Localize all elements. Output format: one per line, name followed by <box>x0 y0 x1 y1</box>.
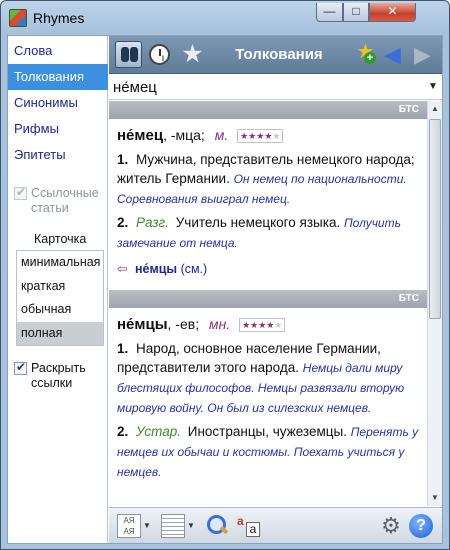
sidebar: Слова Толкования Синонимы Рифмы Эпитеты … <box>8 36 108 543</box>
expand-links-checkbox[interactable] <box>14 360 27 375</box>
font-size-button[interactable]: АЯ АЯ <box>117 514 141 538</box>
case-toggle-icon[interactable]: a a <box>235 514 261 538</box>
search-combobox[interactable]: ▼ <box>109 75 442 100</box>
sense: 2. Устар. Иностранцы, чужеземцы. Перенят… <box>117 422 420 482</box>
sense-text: Иностранцы, чужеземцы. <box>187 424 347 439</box>
toolbar: ★ Толкования ★ ◀ ▶ <box>109 36 442 74</box>
add-favorite-icon[interactable]: ★ <box>352 41 379 68</box>
back-arrow-icon: ⇦ <box>117 262 128 276</box>
vertical-scrollbar[interactable]: ▲ ▼ <box>427 101 442 506</box>
case-letter-boxed: a <box>246 522 260 537</box>
card-option-normal[interactable]: обычная <box>17 298 103 322</box>
scroll-down-icon[interactable]: ▼ <box>428 490 442 506</box>
app-icon <box>9 9 27 27</box>
sense: 2. Разг. Учитель немецкого языка. Получи… <box>117 213 420 253</box>
part-of-speech: м. <box>214 127 229 143</box>
rating-stars: ★★★★★ <box>239 318 286 332</box>
window-title: Rhymes <box>33 10 85 26</box>
gear-icon[interactable]: ⚙ <box>379 514 403 538</box>
title-bar: Rhymes — □ ✕ <box>1 1 449 35</box>
headword: не́мцы <box>117 316 168 333</box>
star-icon[interactable]: ★ <box>179 41 206 68</box>
sense-number: 2. <box>117 215 129 230</box>
toolbar-title: Толкования <box>235 46 323 63</box>
ref-articles-checkbox-row[interactable]: Ссылочные статьи <box>14 185 106 216</box>
sidebar-item-words[interactable]: Слова <box>8 38 108 64</box>
card-option-full[interactable]: полная <box>17 321 103 345</box>
maximize-button[interactable]: □ <box>343 3 369 22</box>
binoculars-icon[interactable] <box>115 41 142 68</box>
card-label: Карточка <box>34 232 87 246</box>
source-bar: БТС <box>109 101 427 119</box>
minimize-button[interactable]: — <box>316 3 343 22</box>
dictionary-entry: не́мец, -мца; м. ★★★★★ 1. Мужчина, предс… <box>109 119 427 276</box>
bottom-toolbar: АЯ АЯ ▼ ▼ a a ⚙ ? <box>109 507 442 543</box>
sidebar-item-epithets[interactable]: Эпитеты <box>8 142 108 168</box>
part-of-speech: мн. <box>208 316 231 332</box>
zoom-icon[interactable] <box>205 514 229 538</box>
search-input[interactable] <box>113 77 413 97</box>
card-option-short[interactable]: краткая <box>17 275 103 299</box>
sense-text: Учитель немецкого языка. <box>175 215 341 230</box>
sidebar-item-definitions[interactable]: Толкования <box>8 64 108 90</box>
sense-number: 1. <box>117 341 129 356</box>
sense: 1. Народ, основное население Германии, п… <box>117 339 420 418</box>
xref-note: (см.) <box>180 262 208 276</box>
expand-links-label: Раскрыть ссылки <box>31 361 86 390</box>
close-button[interactable]: ✕ <box>369 3 416 22</box>
usage-mark: Устар. <box>136 424 181 439</box>
app-window: Rhymes — □ ✕ Слова Толкования Синонимы Р… <box>0 0 450 550</box>
sense: 1. Мужчина, представитель немецкого наро… <box>117 150 420 209</box>
sidebar-item-rhymes[interactable]: Рифмы <box>8 116 108 142</box>
sense-number: 2. <box>117 424 129 439</box>
source-bar: БТС <box>109 290 427 308</box>
ref-articles-label: Ссылочные статьи <box>31 186 99 215</box>
clock-icon[interactable] <box>146 41 173 68</box>
forward-arrow-icon[interactable]: ▶ <box>409 41 436 68</box>
definitions-panel: БТС не́мец, -мца; м. ★★★★★ 1. Мужчина, п… <box>109 101 427 506</box>
word-forms: , -ев; <box>167 316 200 332</box>
expand-links-checkbox-row[interactable]: Раскрыть ссылки <box>14 360 106 391</box>
chevron-down-icon[interactable]: ▼ <box>187 514 195 538</box>
card-option-minimal[interactable]: минимальная <box>17 251 103 275</box>
xref-word[interactable]: не́мцы <box>135 262 177 276</box>
chevron-down-icon[interactable]: ▼ <box>426 79 440 95</box>
client-area: Слова Толкования Синонимы Рифмы Эпитеты … <box>7 35 443 544</box>
headword: не́мец <box>117 127 164 144</box>
scroll-up-icon[interactable]: ▲ <box>428 101 442 117</box>
card-level-list[interactable]: минимальная краткая обычная полная <box>16 250 104 346</box>
layout-icon[interactable] <box>161 514 185 538</box>
usage-mark: Разг. <box>136 215 169 230</box>
dictionary-entry: не́мцы, -ев; мн. ★★★★★ 1. Народ, основно… <box>109 308 427 482</box>
case-letter-lower: a <box>237 514 244 528</box>
cross-reference-link[interactable]: ⇦ не́мцы (см.) <box>117 261 420 276</box>
chevron-down-icon[interactable]: ▼ <box>143 514 151 538</box>
rating-stars: ★★★★★ <box>237 129 284 143</box>
back-arrow-icon[interactable]: ◀ <box>379 41 406 68</box>
help-button[interactable]: ? <box>409 514 433 538</box>
ref-articles-checkbox[interactable] <box>14 185 27 200</box>
scroll-thumb[interactable] <box>429 119 441 319</box>
sidebar-item-synonyms[interactable]: Синонимы <box>8 90 108 116</box>
sense-number: 1. <box>117 152 129 167</box>
word-forms: , -мца; <box>163 127 205 143</box>
